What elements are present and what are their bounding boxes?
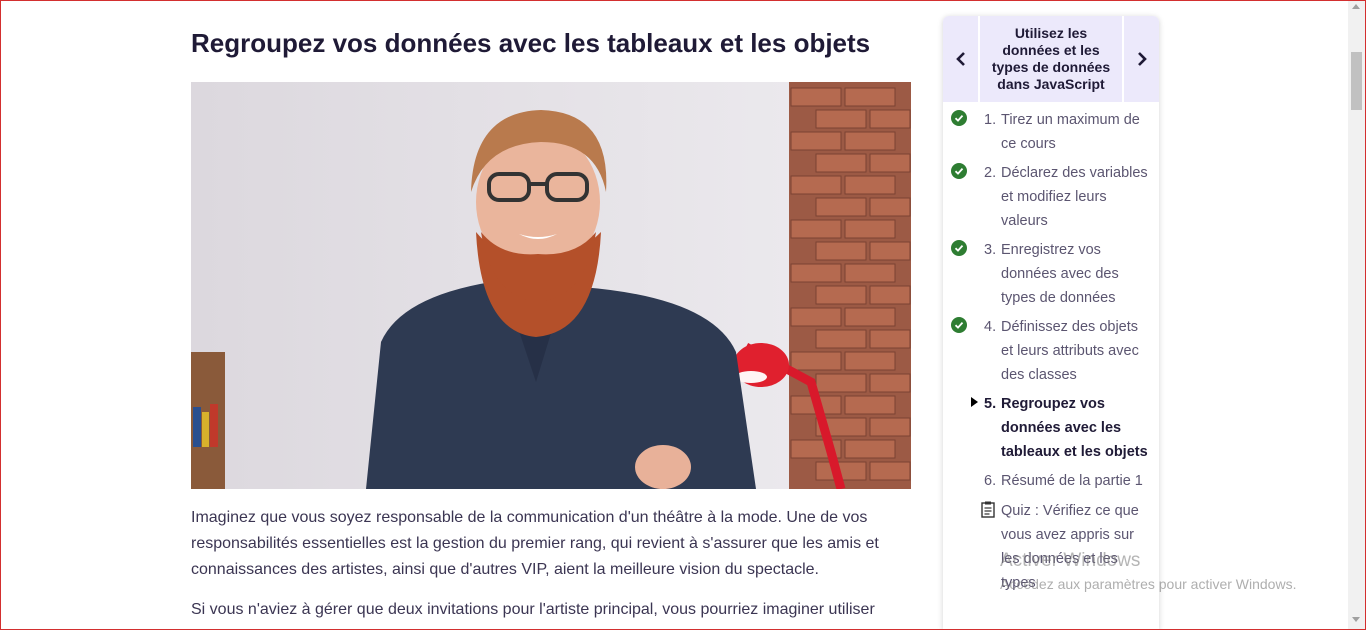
- chapter-label: Tirez un maximum de ce cours: [1001, 112, 1140, 152]
- chapter-number: 4.: [984, 319, 997, 335]
- chapter-number: 6.: [984, 473, 997, 489]
- completed-check-icon: [951, 317, 967, 333]
- current-chapter-arrow-icon: [971, 397, 978, 407]
- completed-check-icon: [951, 163, 967, 179]
- chapter-item-6[interactable]: 6. Résumé de la partie 1: [943, 469, 1159, 493]
- completed-check-icon: [951, 240, 967, 256]
- sidebar-header: Utilisez les données et les types de don…: [943, 16, 1159, 102]
- page-scrollbar[interactable]: [1348, 0, 1365, 630]
- chapter-item-quiz[interactable]: Quiz : Vérifiez ce que vous avez appris …: [943, 499, 1159, 595]
- scroll-down-arrow-icon[interactable]: [1352, 617, 1360, 622]
- next-chapter-button[interactable]: [1124, 16, 1159, 102]
- chapter-title: Utilisez les données et les types de don…: [980, 16, 1122, 102]
- chapter-item-1[interactable]: 1. Tirez un maximum de ce cours: [943, 108, 1159, 156]
- chapter-number: 3.: [984, 242, 997, 258]
- chapter-label: Déclarez des variables et modifiez leurs…: [1001, 165, 1148, 229]
- quiz-label: Quiz : Vérifiez ce que vous avez appris …: [1001, 503, 1139, 591]
- chapter-list: 1. Tirez un maximum de ce cours 2. Décla…: [943, 108, 1159, 600]
- chevron-left-icon: [955, 52, 965, 66]
- chapter-label: Définissez des objets et leurs attributs…: [1001, 319, 1139, 383]
- scroll-thumb[interactable]: [1351, 52, 1362, 110]
- previous-chapter-button[interactable]: [943, 16, 978, 102]
- quiz-clipboard-icon: [981, 501, 995, 518]
- chapter-label: Regroupez vos données avec les tableaux …: [1001, 396, 1148, 460]
- chapter-item-4[interactable]: 4. Définissez des objets et leurs attrib…: [943, 315, 1159, 387]
- chapter-item-5-current[interactable]: 5. Regroupez vos données avec les tablea…: [943, 392, 1159, 464]
- chapter-number: 5.: [984, 396, 997, 412]
- chapter-number: 1.: [984, 112, 997, 128]
- chapter-number: 2.: [984, 165, 997, 181]
- chapter-label: Résumé de la partie 1: [1001, 473, 1143, 489]
- intro-paragraph: Imaginez que vous soyez responsable de l…: [191, 509, 879, 578]
- completed-check-icon: [951, 110, 967, 126]
- chevron-right-icon: [1137, 52, 1147, 66]
- second-paragraph: Si vous n'aviez à gérer que deux invitat…: [191, 601, 875, 618]
- chapter-item-3[interactable]: 3. Enregistrez vos données avec des type…: [943, 238, 1159, 310]
- chapter-label: Enregistrez vos données avec des types d…: [1001, 242, 1119, 306]
- chapter-item-2[interactable]: 2. Déclarez des variables et modifiez le…: [943, 161, 1159, 233]
- course-outline-sidebar: Utilisez les données et les types de don…: [943, 16, 1159, 630]
- scroll-up-arrow-icon[interactable]: [1352, 4, 1360, 9]
- video-frame-illustration: [191, 82, 911, 489]
- page-title: Regroupez vos données avec les tableaux …: [191, 28, 871, 58]
- lesson-video[interactable]: [191, 82, 911, 489]
